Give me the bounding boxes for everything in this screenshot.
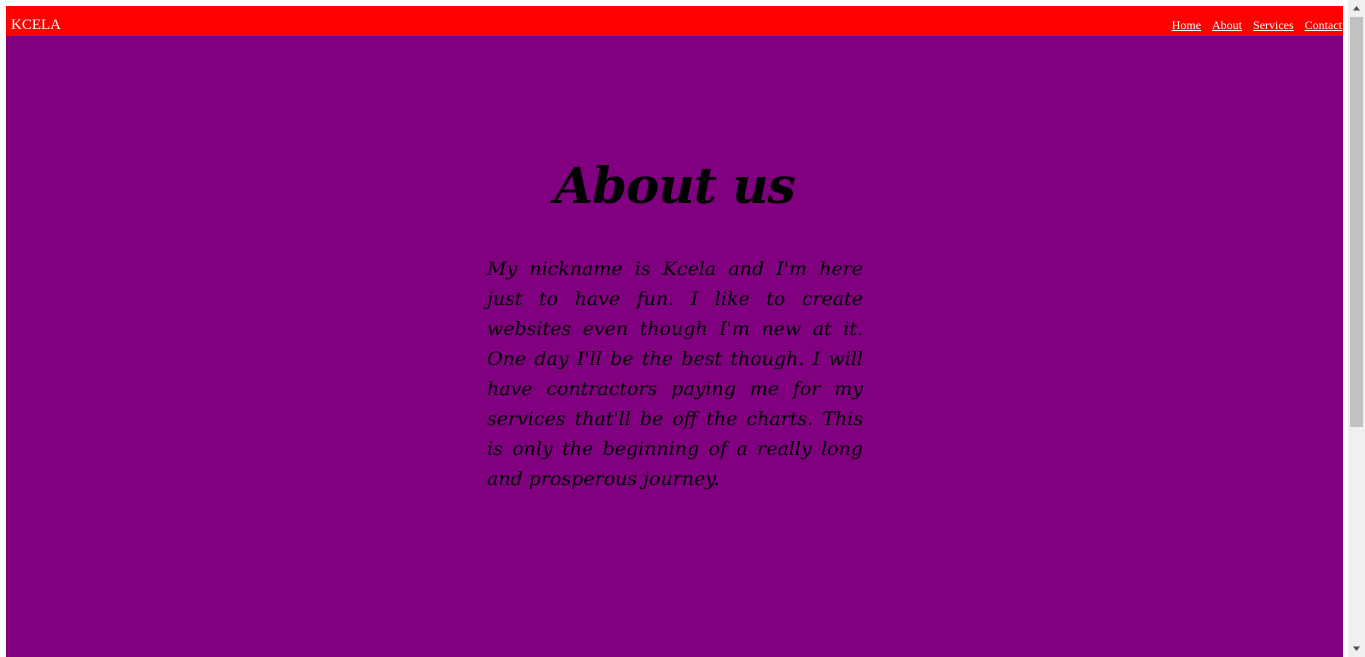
navbar: KCELA Home About Services Contact xyxy=(6,6,1343,36)
nav-link-contact[interactable]: Contact xyxy=(1305,18,1342,32)
page-title: About us xyxy=(554,156,795,215)
page: KCELA Home About Services Contact About … xyxy=(6,6,1343,657)
brand-logo[interactable]: KCELA xyxy=(11,17,61,33)
scrollbar-thumb[interactable] xyxy=(1350,17,1363,427)
nav-link-services[interactable]: Services xyxy=(1253,18,1294,32)
vertical-scrollbar[interactable] xyxy=(1348,0,1365,657)
scroll-down-icon[interactable] xyxy=(1348,640,1365,657)
scroll-up-icon[interactable] xyxy=(1348,0,1365,17)
about-paragraph: My nickname is Kcela and I'm here just t… xyxy=(487,258,863,490)
nav-link-about[interactable]: About xyxy=(1212,18,1242,32)
nav-link-home[interactable]: Home xyxy=(1172,18,1201,32)
nav-links: Home About Services Contact xyxy=(1172,18,1342,32)
